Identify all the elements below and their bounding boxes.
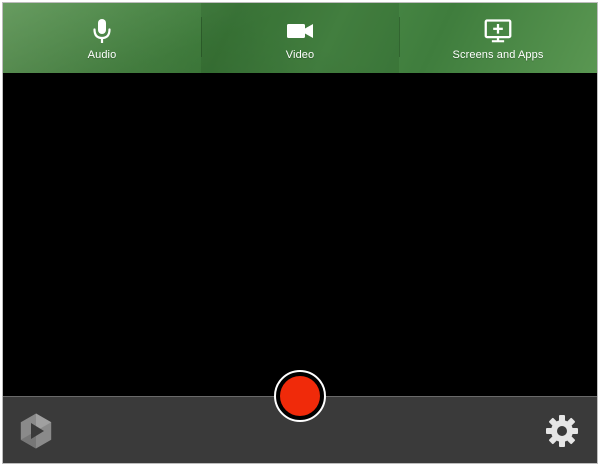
microphone-icon (88, 17, 116, 45)
recorder-window: Audio Video Screens and Apps (2, 2, 598, 464)
app-logo-icon (17, 412, 55, 450)
settings-gear-icon[interactable] (544, 413, 580, 449)
tab-video-label: Video (285, 49, 315, 61)
tab-video[interactable]: Video (201, 3, 399, 73)
tab-audio[interactable]: Audio (3, 3, 201, 73)
capture-mode-bar: Audio Video Screens and Apps (3, 3, 597, 73)
tab-screens-and-apps-label: Screens and Apps (452, 49, 544, 61)
video-camera-icon (286, 17, 314, 45)
screen-add-icon (484, 17, 512, 45)
record-button[interactable] (274, 370, 326, 422)
preview-area (3, 73, 597, 396)
record-icon (280, 376, 320, 416)
tab-screens-and-apps[interactable]: Screens and Apps (399, 3, 597, 73)
tab-audio-label: Audio (87, 49, 117, 61)
